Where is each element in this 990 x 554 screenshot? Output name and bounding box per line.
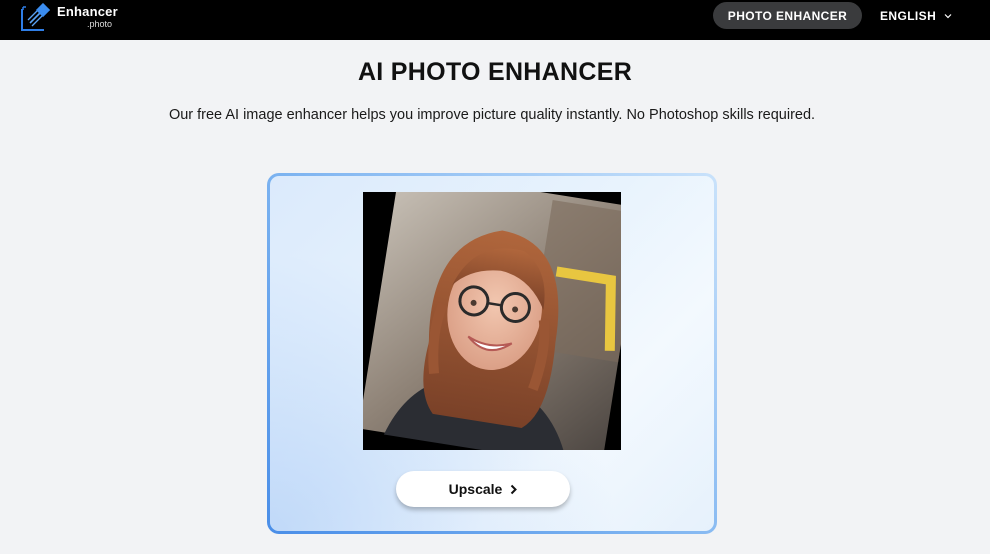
photo-enhancer-nav-button[interactable]: PHOTO ENHANCER — [713, 2, 862, 29]
upload-card: Upscale — [267, 173, 717, 534]
logo-name: Enhancer — [57, 4, 118, 19]
site-logo[interactable]: Enhancer .photo — [20, 2, 118, 32]
upscale-label: Upscale — [448, 481, 503, 497]
logo-subtext: .photo — [87, 19, 113, 29]
chevron-down-icon — [944, 14, 952, 19]
chevron-right-icon — [511, 484, 518, 494]
uploaded-photo — [363, 192, 621, 450]
page-subtitle: Our free AI image enhancer helps you imp… — [168, 107, 816, 123]
page-title: AI PHOTO ENHANCER — [357, 58, 633, 86]
logo-icon — [21, 3, 50, 31]
language-label: ENGLISH — [880, 8, 937, 23]
top-navbar: Enhancer .photo PHOTO ENHANCER ENGLISH — [0, 0, 990, 40]
upscale-button[interactable]: Upscale — [396, 471, 570, 507]
language-selector[interactable]: ENGLISH — [880, 2, 952, 29]
